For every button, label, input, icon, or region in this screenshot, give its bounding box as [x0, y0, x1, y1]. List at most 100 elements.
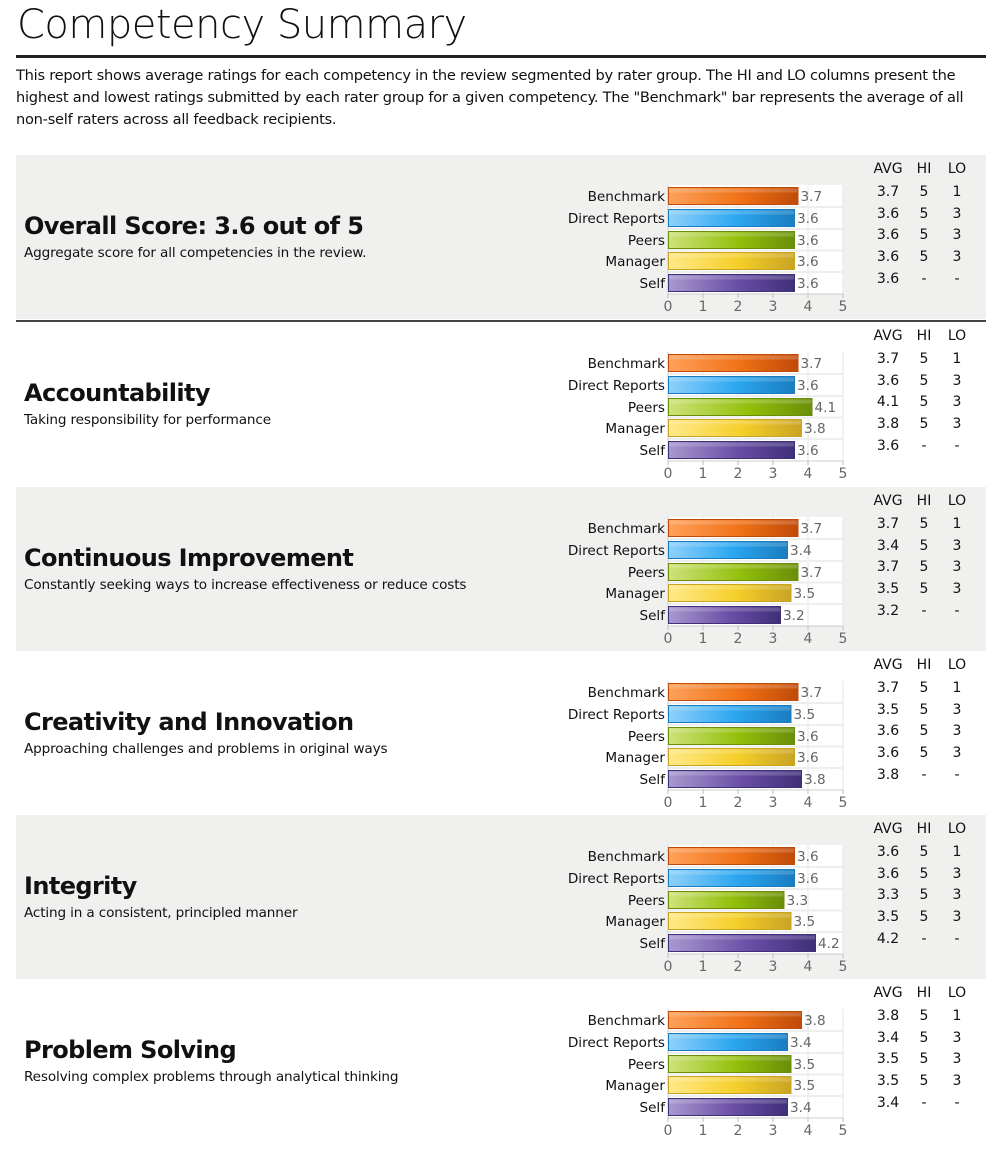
rating-table: AVG HI LO 3.6 5 1 3.6 5 3 3.3 5 3 3.5 5 3 4.2 - -	[868, 821, 978, 952]
x-tick-label: 3	[769, 631, 778, 647]
category-label: Self	[639, 443, 666, 459]
column-header-lo: LO	[947, 161, 967, 177]
hi-value: 5	[919, 1029, 929, 1046]
column-header-hi: HI	[916, 161, 932, 177]
bar-highlight	[669, 1034, 787, 1039]
table-row: 3.5 5 3	[868, 702, 978, 724]
bar-highlight	[669, 684, 798, 689]
hi-value: 5	[919, 516, 929, 532]
x-tick-label: 5	[839, 466, 848, 482]
x-tick-label: 2	[734, 466, 743, 482]
competency-section-overall-score: Overall Score: 3.6 out of 5 Aggregate sco…	[16, 155, 986, 319]
category-label: Benchmark	[588, 189, 666, 205]
avg-value: 3.8	[876, 1008, 900, 1024]
x-tick-label: 2	[734, 959, 743, 975]
table-row: 3.5 5 3	[868, 1073, 978, 1095]
x-tick-label: 5	[839, 299, 848, 315]
x-tick-label: 1	[699, 1123, 708, 1139]
bar-value-label: 3.6	[797, 378, 819, 394]
avg-value: 3.8	[876, 416, 900, 433]
avg-value: 3.6	[876, 865, 900, 882]
category-label: Self	[639, 772, 666, 788]
hi-value: -	[921, 270, 927, 287]
x-tick-label: 1	[699, 631, 708, 647]
category-label: Benchmark	[588, 1013, 666, 1029]
lo-value: 1	[952, 516, 962, 532]
lo-value: -	[954, 270, 960, 287]
bar-value-label: 4.2	[818, 936, 840, 952]
hi-value: 5	[919, 887, 929, 904]
column-header-hi: HI	[916, 493, 932, 509]
bar-value-label: 3.8	[804, 421, 826, 437]
table-row: 3.6 5 3	[868, 206, 978, 228]
x-tick-label: 5	[839, 631, 848, 647]
section-description: Constantly seeking ways to increase effe…	[24, 577, 467, 593]
avg-value: 3.2	[876, 602, 900, 619]
section-description: Taking responsibility for performance	[24, 412, 271, 428]
x-tick-label: 0	[664, 959, 673, 975]
bar-highlight	[669, 935, 815, 940]
bar-highlight	[669, 542, 787, 547]
table-header-row: AVG HI LO	[868, 821, 978, 844]
category-label: Peers	[628, 893, 665, 909]
category-label: Peers	[628, 233, 665, 249]
bar-value-label: 3.2	[783, 608, 805, 624]
lo-value: 3	[952, 394, 962, 411]
bar-highlight	[669, 1056, 791, 1061]
table-row: 3.7 5 1	[868, 516, 978, 538]
bar-value-label: 3.5	[794, 1078, 816, 1094]
bar-value-label: 3.5	[794, 707, 816, 723]
column-header-hi: HI	[916, 985, 932, 1001]
bar-value-label: 3.5	[794, 1057, 816, 1073]
column-header-avg: AVG	[873, 161, 903, 177]
rating-bar-chart: 0 1 2 3 4 5 Benchmark 3.7 Direct Reports 3.5 Peers…	[568, 681, 848, 811]
table-row: 3.7 5 1	[868, 680, 978, 702]
table-row: 3.4 - -	[868, 1095, 978, 1117]
bar-highlight	[669, 749, 794, 754]
table-row: 3.6 5 3	[868, 227, 978, 249]
table-row: 3.6 5 3	[868, 373, 978, 395]
x-tick-label: 2	[734, 299, 743, 315]
bar-highlight	[669, 913, 791, 918]
bar-highlight	[669, 210, 794, 215]
bar-value-label: 3.7	[801, 521, 823, 537]
bar-value-label: 3.7	[801, 189, 823, 205]
lo-value: 3	[952, 723, 962, 740]
x-tick-label: 5	[839, 1123, 848, 1139]
category-label: Manager	[605, 1078, 665, 1094]
x-tick-label: 5	[839, 795, 848, 811]
category-label: Benchmark	[588, 849, 666, 865]
column-header-lo: LO	[947, 657, 967, 673]
hi-value: 5	[919, 372, 929, 389]
lo-value: 1	[952, 1008, 962, 1024]
avg-value: 3.5	[876, 1051, 900, 1068]
table-row: 3.6 5 3	[868, 723, 978, 745]
x-tick-label: 4	[804, 959, 813, 975]
bar-value-label: 3.5	[794, 586, 816, 602]
lo-value: 1	[952, 680, 962, 696]
rating-table: AVG HI LO 3.7 5 1 3.5 5 3 3.6 5 3 3.6 5 3 3.8 - -	[868, 657, 978, 788]
avg-value: 3.6	[876, 249, 900, 266]
category-label: Manager	[605, 586, 665, 602]
table-row: 3.8 - -	[868, 767, 978, 789]
table-header-row: AVG HI LO	[868, 657, 978, 680]
avg-value: 3.7	[876, 680, 900, 696]
bar-highlight	[669, 706, 791, 711]
category-label: Self	[639, 276, 666, 292]
x-tick-label: 2	[734, 1123, 743, 1139]
bar-value-label: 3.7	[801, 685, 823, 701]
lo-value: 3	[952, 887, 962, 904]
bar-highlight	[669, 275, 794, 280]
column-header-lo: LO	[947, 821, 967, 837]
table-header-row: AVG HI LO	[868, 161, 978, 184]
avg-value: 3.7	[876, 559, 900, 576]
table-row: 3.5 5 3	[868, 1051, 978, 1073]
lo-value: -	[954, 930, 960, 947]
x-tick-label: 4	[804, 795, 813, 811]
intro-text: This report shows average ratings for ea…	[16, 67, 964, 128]
lo-value: 3	[952, 227, 962, 244]
lo-value: 3	[952, 865, 962, 882]
avg-value: 3.7	[876, 351, 900, 367]
hi-value: 5	[919, 1051, 929, 1068]
x-tick-label: 1	[699, 466, 708, 482]
